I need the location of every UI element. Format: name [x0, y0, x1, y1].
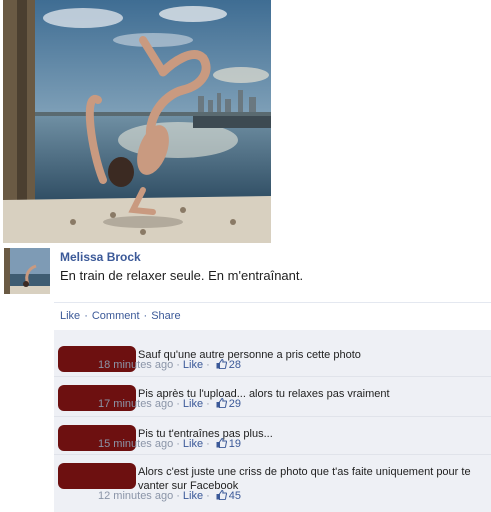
comment-time[interactable]: 18 minutes ago: [98, 359, 173, 371]
thumbs-up-icon: [216, 490, 227, 500]
post-actions: Like · Comment · Share: [60, 310, 181, 322]
comment-meta: 15 minutes ago · Like · 19: [98, 438, 241, 450]
redacted-avatar: [124, 468, 136, 476]
redacted-avatar: [58, 463, 136, 489]
comment-time[interactable]: 17 minutes ago: [98, 398, 173, 410]
separator-dot: ·: [84, 310, 88, 322]
like-count[interactable]: 28: [229, 359, 241, 371]
separator-dot: ·: [206, 398, 210, 410]
author-name[interactable]: Melissa Brock: [60, 250, 141, 264]
like-link[interactable]: Like: [60, 310, 80, 322]
redacted-avatar: [124, 351, 136, 359]
comment-time[interactable]: 12 minutes ago: [98, 490, 173, 502]
divider: [54, 302, 491, 303]
thumbs-up-icon: [216, 398, 227, 408]
separator-dot: ·: [176, 398, 180, 410]
comment-text: Alors c'est juste une criss de photo que…: [138, 466, 471, 492]
redacted-avatar: [124, 430, 136, 438]
thumbs-up-icon: [216, 359, 227, 369]
like-count[interactable]: 45: [229, 490, 241, 502]
separator-dot: ·: [143, 310, 148, 322]
post-text: En train de relaxer seule. En m'entraîna…: [60, 268, 304, 283]
share-link[interactable]: Share: [151, 310, 180, 322]
separator-dot: ·: [206, 438, 210, 450]
author-avatar[interactable]: [4, 248, 50, 294]
comment-link[interactable]: Comment: [92, 310, 140, 322]
comment-like-link[interactable]: Like: [183, 398, 203, 410]
thumbs-up-icon: [216, 438, 227, 448]
comment-item: Alors c'est juste une criss de photo que…: [54, 454, 491, 509]
comment-meta: 17 minutes ago · Like · 29: [98, 398, 241, 410]
separator-dot: ·: [176, 359, 180, 371]
comment-item: Pis après tu l'upload... alors tu relaxe…: [54, 376, 491, 411]
comment-meta: 12 minutes ago · Like · 45: [98, 490, 241, 502]
separator-dot: ·: [176, 490, 180, 502]
post-photo[interactable]: [3, 0, 271, 243]
redacted-avatar: [124, 390, 136, 398]
comment-item: Sauf qu'une autre personne a pris cette …: [54, 338, 491, 372]
comment-like-link[interactable]: Like: [183, 490, 203, 502]
comment-like-link[interactable]: Like: [183, 359, 203, 371]
comment-like-link[interactable]: Like: [183, 438, 203, 450]
comment-item: Pis tu t'entraînes pas plus... 15 minute…: [54, 416, 491, 451]
comment-meta: 18 minutes ago · Like · 28: [98, 359, 241, 371]
separator-dot: ·: [206, 490, 210, 502]
comments-panel: Sauf qu'une autre personne a pris cette …: [54, 330, 491, 512]
separator-dot: ·: [206, 359, 210, 371]
like-count[interactable]: 19: [229, 438, 241, 450]
like-count[interactable]: 29: [229, 398, 241, 410]
comment-time[interactable]: 15 minutes ago: [98, 438, 173, 450]
separator-dot: ·: [176, 438, 180, 450]
